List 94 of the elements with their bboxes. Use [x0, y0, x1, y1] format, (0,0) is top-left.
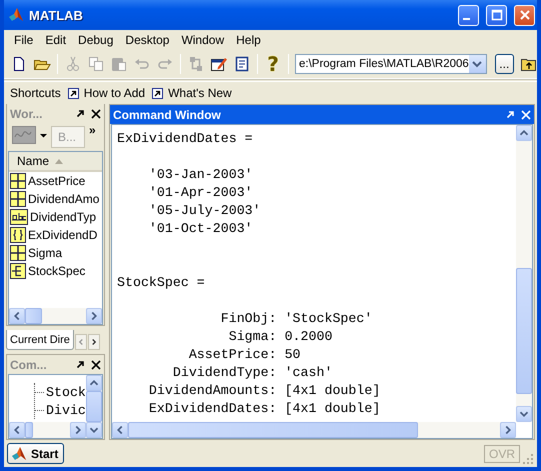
scroll-left-button[interactable] [112, 422, 128, 438]
scroll-right-button[interactable] [70, 422, 86, 438]
output-line: '01-Apr-2003' [148, 185, 253, 200]
variable-name[interactable]: ExDividendD [28, 228, 98, 242]
browse-folder-button[interactable]: ... [494, 54, 514, 74]
scrollbar-thumb[interactable] [25, 422, 34, 438]
history-entry[interactable]: Divic [46, 402, 86, 418]
close-icon[interactable] [91, 108, 101, 118]
grid-icon [10, 245, 26, 261]
horizontal-scrollbar[interactable] [112, 422, 516, 438]
scrollbar-thumb[interactable] [25, 308, 42, 324]
menu-item[interactable]: Edit [39, 33, 72, 47]
start-button[interactable]: Start [7, 443, 64, 464]
close-icon [518, 9, 530, 21]
minimize-icon [463, 18, 470, 20]
current-directory-tab[interactable]: Current Dire [6, 330, 74, 350]
scroll-left-button[interactable] [9, 308, 25, 324]
variable-name[interactable]: AssetPrice [28, 174, 86, 188]
variable-name[interactable]: Sigma [28, 246, 62, 260]
window-title: MATLAB [29, 8, 84, 22]
output-line: '03-Jan-2003' [148, 167, 253, 182]
toolbar-overflow-button[interactable]: » [89, 126, 96, 135]
report-icon [234, 56, 250, 72]
output-line: '01-Oct-2003' [148, 221, 253, 236]
variable-name[interactable]: DividendAmo [28, 192, 100, 206]
scrollbar-thumb[interactable] [516, 268, 532, 394]
menu-item[interactable]: File [8, 33, 40, 47]
vertical-scrollbar[interactable] [516, 125, 532, 422]
menu-item[interactable]: Window [175, 33, 230, 47]
shortcut-arrow-icon [152, 88, 164, 98]
scroll-down-button[interactable] [516, 406, 532, 422]
folder-up-icon [520, 56, 538, 72]
panel-title: Com... [10, 358, 48, 372]
window-pencil-icon [210, 56, 228, 72]
tab-scroll-right-button[interactable] [88, 334, 100, 350]
maximize-icon [490, 9, 502, 21]
output-line: ExDividendDates = [117, 131, 253, 146]
variable-name[interactable]: StockSpec [28, 264, 86, 278]
horizontal-scrollbar[interactable] [9, 308, 102, 324]
menu-item[interactable]: Help [230, 33, 267, 47]
scroll-down-button[interactable] [86, 422, 102, 438]
sort-arrow-icon [55, 158, 64, 164]
new-file-icon [11, 56, 27, 72]
shortcut-arrow-icon [68, 88, 79, 98]
output-line: ExDividendDates: [4x1 double] [148, 401, 380, 416]
overwrite-indicator: OVR [484, 444, 520, 462]
grid-icon [10, 191, 26, 207]
output-line: FinObj: 'StockSpec' [220, 311, 372, 326]
help-button[interactable]: ? [262, 53, 284, 75]
scroll-left-button[interactable] [9, 422, 25, 438]
resize-grip-icon[interactable] [523, 454, 533, 464]
current-folder-field[interactable]: e:\Program Files\MATLAB\R2006 [295, 54, 487, 74]
text-variable-icon [10, 209, 28, 225]
menu-item[interactable]: Desktop [119, 33, 176, 47]
name-column-header[interactable]: Name [9, 152, 102, 172]
panel-title: Wor... [10, 106, 44, 120]
history-entry[interactable]: Stock [46, 384, 86, 400]
shortcut-link[interactable]: What's New [168, 86, 232, 100]
paste-icon [111, 56, 127, 72]
close-icon[interactable] [91, 360, 101, 370]
output-line: DividendType: 'cash' [172, 365, 332, 380]
output-line: DividendAmounts: [4x1 double] [148, 383, 380, 398]
minimize-button[interactable] [458, 4, 479, 26]
scrollbar-thumb[interactable] [128, 422, 418, 438]
menu-item[interactable]: Debug [72, 33, 120, 47]
close-button[interactable] [514, 4, 535, 26]
matlab-logo-icon [11, 446, 27, 462]
maximize-button[interactable] [486, 4, 507, 26]
structure-icon [10, 263, 26, 279]
output-line: Sigma: 0.2000 [228, 329, 332, 344]
undock-icon[interactable] [76, 109, 85, 118]
undock-icon[interactable] [76, 360, 85, 369]
vertical-scrollbar[interactable] [86, 375, 102, 438]
scissors-icon [65, 56, 81, 72]
scroll-up-button[interactable] [516, 125, 532, 141]
scroll-right-button[interactable] [86, 308, 102, 324]
block-diagram-icon [188, 56, 204, 72]
horizontal-scrollbar[interactable] [9, 422, 86, 438]
scroll-right-button[interactable] [500, 422, 516, 438]
grid-icon [10, 173, 26, 189]
output-line: AssetPrice: 50 [188, 347, 301, 362]
braces-icon [10, 227, 26, 243]
undo-icon [134, 56, 150, 72]
output-line: '05-July-2003' [148, 203, 261, 218]
panel-title: Command Window [113, 108, 222, 122]
shortcut-link[interactable]: How to Add [84, 86, 146, 100]
scroll-up-button[interactable] [86, 375, 102, 391]
variable-name[interactable]: DividendTyp [30, 210, 96, 224]
redo-icon [157, 56, 173, 72]
output-line: StockSpec = [117, 275, 205, 290]
shortcuts-label: Shortcuts [10, 86, 61, 100]
scrollbar-thumb[interactable] [86, 391, 102, 422]
copy-icon [88, 56, 104, 72]
matlab-logo-icon [8, 7, 24, 23]
